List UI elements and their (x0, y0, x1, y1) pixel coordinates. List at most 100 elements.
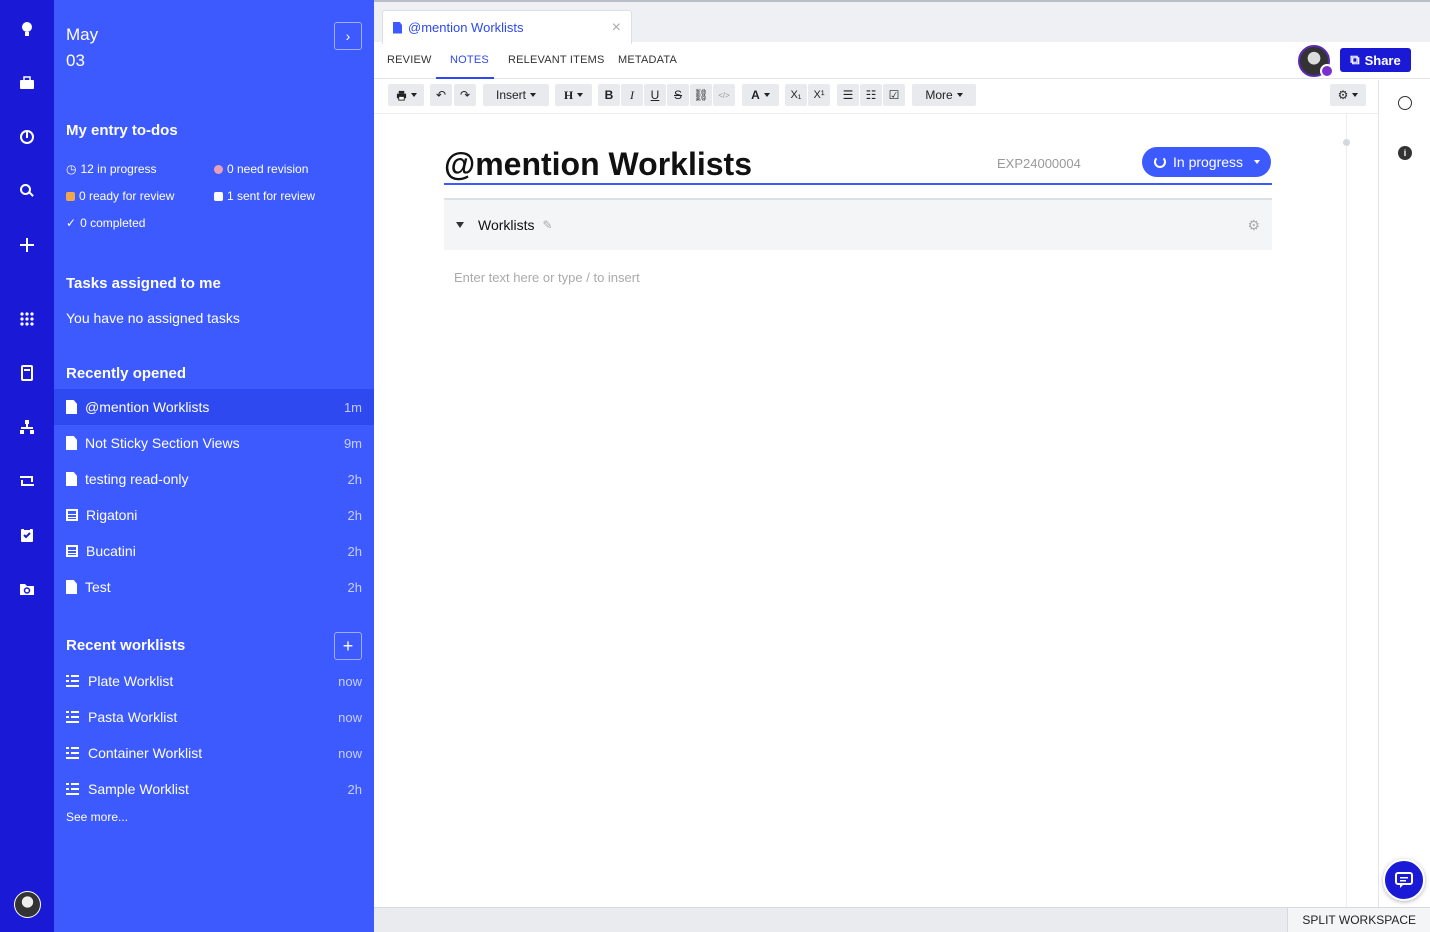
chat-icon (1395, 872, 1413, 888)
in-progress-icon (1154, 156, 1166, 168)
tab-review[interactable]: REVIEW (387, 54, 432, 66)
recent-item[interactable]: Rigatoni 2h (54, 497, 374, 533)
logo-icon[interactable] (15, 17, 39, 41)
split-workspace-button[interactable]: SPLIT WORKSPACE (1287, 908, 1430, 932)
worklist-item[interactable]: Pasta Worklist now (54, 699, 374, 735)
external-link-icon: ⧉ (1350, 52, 1360, 67)
checkbox-icon: ☑ (888, 88, 900, 102)
todo-in-progress[interactable]: ◷ 12 in progress (66, 162, 157, 176)
see-more-link[interactable]: See more... (66, 810, 128, 824)
recent-item[interactable]: testing read-only 2h (54, 461, 374, 497)
section-name: Worklists (478, 217, 535, 233)
todo-sent-for-review[interactable]: 1 sent for review (214, 189, 315, 203)
worklist-icon (66, 747, 79, 759)
scrollbar-track (1346, 114, 1347, 907)
entry-id: EXP24000004 (997, 156, 1081, 171)
section-header[interactable]: Worklists ✎ ⚙ (444, 198, 1272, 250)
checkmark-icon: ✓ (66, 216, 77, 230)
document-icon (66, 436, 77, 450)
title-underline (444, 183, 1272, 185)
todo-ready-for-review[interactable]: 0 ready for review (66, 189, 174, 203)
entry-nav: REVIEW NOTES RELEVANT ITEMS METADATA ⧉ S… (374, 42, 1430, 79)
todos-title: My entry to-dos (66, 122, 178, 139)
bullet-list-button[interactable]: ☰ (837, 84, 859, 106)
recently-opened-title: Recently opened (66, 365, 187, 382)
plus-icon[interactable] (15, 233, 39, 257)
user-avatar[interactable] (14, 891, 41, 918)
numbered-list-button[interactable]: ☷ (860, 84, 882, 106)
print-button[interactable] (388, 84, 424, 106)
superscript-button[interactable]: X¹ (808, 84, 830, 106)
numbered-list-icon: ☷ (865, 88, 877, 102)
entry-title[interactable]: @mention Worklists (444, 146, 752, 183)
date-month: May (66, 25, 99, 44)
section-settings-icon[interactable]: ⚙ (1247, 217, 1260, 234)
undo-button[interactable]: ↶ (430, 84, 452, 106)
workflow-icon[interactable] (15, 469, 39, 493)
clipboard-check-icon[interactable] (15, 523, 39, 547)
worklist-item[interactable]: Container Worklist now (54, 735, 374, 771)
worklist-icon (66, 675, 79, 687)
recent-item[interactable]: Not Sticky Section Views 9m (54, 425, 374, 461)
printer-icon (396, 90, 406, 101)
notebook-icon[interactable] (15, 361, 39, 385)
recent-item[interactable]: @mention Worklists 1m (54, 389, 374, 425)
chevron-right-icon: › (345, 28, 351, 44)
tab-metadata[interactable]: METADATA (618, 54, 677, 66)
briefcase-icon[interactable] (15, 71, 39, 95)
worklist-item[interactable]: Plate Worklist now (54, 663, 374, 699)
hierarchy-icon[interactable] (15, 415, 39, 439)
more-menu[interactable]: More (912, 84, 976, 106)
bullet-list-icon: ☰ (842, 88, 854, 102)
heading-menu[interactable]: H (555, 84, 592, 106)
edit-icon[interactable]: ✎ (543, 218, 553, 232)
scrollbar-thumb[interactable] (1343, 139, 1350, 146)
recent-worklists-title: Recent worklists (66, 637, 186, 654)
editor-settings-button[interactable]: ⚙ (1330, 84, 1366, 106)
footer-bar: SPLIT WORKSPACE (374, 907, 1430, 932)
workspace-sidebar: May 03 › My entry to-dos ◷ 12 in progres… (54, 0, 374, 932)
review-icon (66, 191, 75, 201)
share-button[interactable]: ⧉ Share (1340, 48, 1411, 72)
insert-menu[interactable]: Insert (483, 84, 549, 106)
todo-need-revision[interactable]: 0 need revision (214, 162, 308, 176)
chat-button[interactable] (1383, 859, 1425, 901)
nav-rail (0, 0, 54, 932)
apps-grid-icon[interactable] (15, 307, 39, 331)
link-button[interactable]: ⛓ (690, 84, 712, 106)
table-icon (66, 545, 78, 557)
todo-completed[interactable]: ✓ 0 completed (66, 216, 145, 230)
checklist-button[interactable]: ☑ (883, 84, 905, 106)
subscript-button[interactable]: X₁ (785, 84, 807, 106)
worklist-item[interactable]: Sample Worklist 2h (54, 771, 374, 807)
expand-sidebar-button[interactable]: › (334, 22, 362, 50)
document-tab[interactable]: @mention Worklists × (382, 10, 632, 44)
document-icon (66, 472, 77, 486)
undo-icon: ↶ (435, 88, 447, 102)
tab-notes[interactable]: NOTES (450, 54, 489, 66)
editor-placeholder[interactable]: Enter text here or type / to insert (454, 270, 640, 285)
table-icon (66, 509, 78, 521)
italic-button[interactable]: I (621, 84, 643, 106)
document-icon (66, 580, 77, 594)
sent-icon (214, 191, 223, 201)
close-icon[interactable]: × (612, 19, 621, 37)
collapse-icon[interactable] (456, 222, 464, 228)
strikethrough-button[interactable]: S (667, 84, 689, 106)
tab-relevant-items[interactable]: RELEVANT ITEMS (508, 54, 605, 66)
dashboard-icon[interactable] (15, 125, 39, 149)
code-button[interactable]: </> (713, 84, 735, 106)
redo-icon: ↷ (459, 88, 471, 102)
bold-button[interactable]: B (598, 84, 620, 106)
recent-item[interactable]: Bucatini 2h (54, 533, 374, 569)
search-icon[interactable] (15, 179, 39, 203)
add-worklist-button[interactable]: + (334, 632, 362, 660)
redo-button[interactable]: ↷ (454, 84, 476, 106)
underline-button[interactable]: U (644, 84, 666, 106)
font-color-menu[interactable]: A (742, 84, 779, 106)
recent-item[interactable]: Test 2h (54, 569, 374, 605)
history-icon[interactable] (1398, 96, 1412, 110)
folder-sync-icon[interactable] (15, 577, 39, 601)
status-dropdown[interactable]: In progress (1142, 147, 1271, 177)
info-icon[interactable]: i (1398, 146, 1412, 160)
